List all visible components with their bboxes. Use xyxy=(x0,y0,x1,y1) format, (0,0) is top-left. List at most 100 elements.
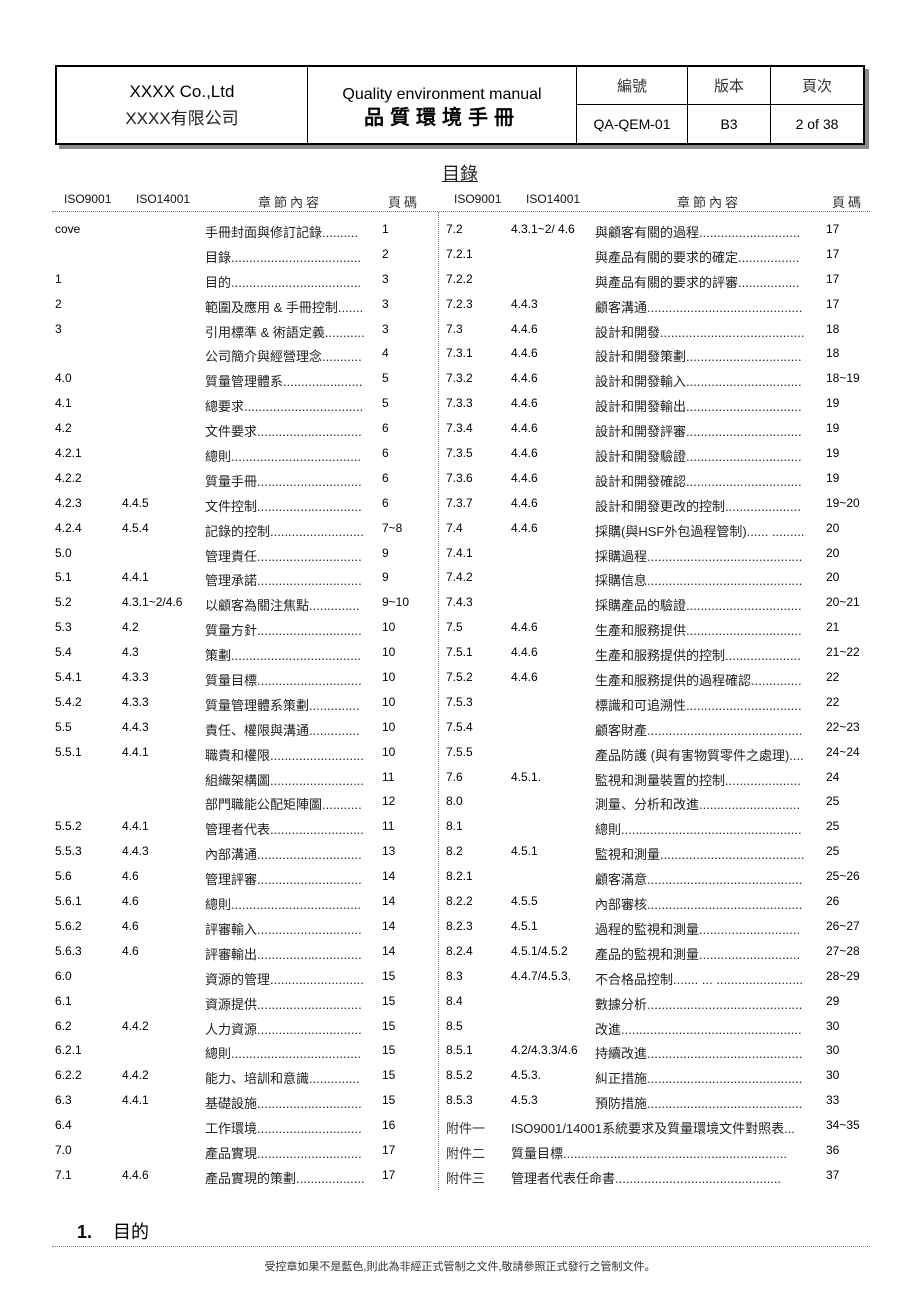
toc-row[interactable]: 7.4.2 採購信息...............................… xyxy=(0,566,920,591)
col-iso14001-right: ISO14001 xyxy=(526,192,581,206)
page-number: 25 xyxy=(826,819,840,834)
footer-divider xyxy=(52,1246,870,1247)
toc-row[interactable]: 7.5.3 標識和可追溯性............................… xyxy=(0,691,920,716)
iso14001-clause: 4.4.6 xyxy=(511,620,538,635)
toc-row[interactable]: 8.3 4.4.7/4.5.3. 不合格品控制....... ... .......… xyxy=(0,965,920,990)
section-title: 採購信息....................................… xyxy=(595,573,803,589)
toc-row[interactable]: 8.2.3 4.5.1 過程的監視和測量......................… xyxy=(0,915,920,940)
page-number: 26~27 xyxy=(826,918,860,933)
toc-row[interactable]: 7.4 4.4.6 採購(與HSF外包過程管制)...... ......... 20 xyxy=(0,517,920,542)
toc-row[interactable]: 8.2.2 4.5.5 內部審核..........................… xyxy=(0,890,920,915)
toc-row[interactable]: 7.2.2 與產品有關的要求的評審................. 17 xyxy=(0,268,920,293)
document-header: XXXX Co.,Ltd XXXX有限公司 Quality environmen… xyxy=(55,65,865,145)
toc-row[interactable]: 7.5.2 4.4.6 生產和服務提供的過程確認.............. 22 xyxy=(0,666,920,691)
iso14001-clause: 4.4.7/4.5.3. xyxy=(511,968,572,983)
section-title: 設計和開發評審................................ xyxy=(595,424,802,440)
toc-row[interactable]: 7.3.4 4.4.6 設計和開發評審.......................… xyxy=(0,417,920,442)
page-number: 22 xyxy=(826,694,840,709)
page-number: 17 xyxy=(826,222,840,236)
section-title: 監視和測量...................................… xyxy=(595,847,805,863)
annex-label: 附件三 xyxy=(446,1170,486,1186)
toc-row[interactable]: 7.2.3 4.4.3 顧客溝通..........................… xyxy=(0,293,920,318)
toc-row[interactable]: 8.5.1 4.2/4.3.3/4.6 持續改進..................… xyxy=(0,1039,920,1064)
toc-row[interactable]: 8.5.2 4.5.3. 糾正措施.........................… xyxy=(0,1064,920,1089)
section-title: 採購過程....................................… xyxy=(595,548,803,564)
annex-title: 管理者代表任命書................................… xyxy=(511,1170,782,1186)
iso14001-clause: 4.4.6 xyxy=(511,421,538,436)
section-title: 生產和服務提供的過程確認.............. xyxy=(595,673,802,689)
page-number: 30 xyxy=(826,1043,840,1058)
toc-annex-row[interactable]: 附件二 質量目標.................................… xyxy=(0,1139,920,1164)
toc-title: 目錄 xyxy=(442,164,478,184)
iso9001-clause: 7.5.3 xyxy=(446,694,473,709)
toc-annex-row[interactable]: 附件一 ISO9001/14001系統要求及質量環境文件對照表... 34~35 xyxy=(0,1114,920,1139)
doc-no-label: 編號 xyxy=(577,67,688,105)
toc-row[interactable]: 8.2.1 顧客滿意...............................… xyxy=(0,865,920,890)
col-iso9001-left: ISO9001 xyxy=(64,192,112,206)
page-number: 27~28 xyxy=(826,943,860,958)
company-cell: XXXX Co.,Ltd XXXX有限公司 xyxy=(57,67,308,143)
toc-row[interactable]: 8.2.4 4.5.1/4.5.2 產品的監視和測量................… xyxy=(0,940,920,965)
iso9001-clause: 7.4 xyxy=(446,520,463,535)
iso9001-clause: 7.3.5 xyxy=(446,446,473,461)
toc-row[interactable]: 7.5.4 顧客財產...............................… xyxy=(0,716,920,741)
toc-row[interactable]: 7.5 4.4.6 生產和服務提供.........................… xyxy=(0,616,920,641)
iso9001-clause: 7.4.3 xyxy=(446,595,473,610)
iso9001-clause: 7.5.4 xyxy=(446,719,473,734)
toc-row[interactable]: 7.3.5 4.4.6 設計和開發驗證.......................… xyxy=(0,442,920,467)
toc-row[interactable]: 7.6 4.5.1. 監視和測量裝置的控制.....................… xyxy=(0,766,920,791)
page-number: 25 xyxy=(826,794,840,809)
page-number: 37 xyxy=(826,1167,840,1182)
page-number: 18 xyxy=(826,321,840,336)
section-title: 採購產品的驗證................................ xyxy=(595,598,802,614)
toc-row[interactable]: 8.5 改進...................................… xyxy=(0,1015,920,1040)
toc-row[interactable]: 8.5.3 4.5.3 預防措施..........................… xyxy=(0,1089,920,1114)
iso14001-clause: 4.3.1~2/ 4.6 xyxy=(511,222,575,236)
iso14001-clause: 4.4.6 xyxy=(511,470,538,485)
toc-row[interactable]: 7.3.7 4.4.6 設計和開發更改的控制....................… xyxy=(0,492,920,517)
col-iso9001-right: ISO9001 xyxy=(454,192,502,206)
section-title: 總則......................................… xyxy=(595,822,802,838)
toc-column-headers: ISO9001 ISO14001 章節內容 頁碼 ISO9001 ISO1400… xyxy=(0,192,920,210)
iso14001-clause: 4.4.6 xyxy=(511,670,538,685)
toc-row[interactable]: 7.2.1 與產品有關的要求的確定................. 17 xyxy=(0,243,920,268)
toc-annex-row[interactable]: 附件三 管理者代表任命書.............................… xyxy=(0,1164,920,1189)
toc-row[interactable]: 7.5.5 產品防護 (與有害物質零件之處理).... 24~24 xyxy=(0,741,920,766)
page-number: 24~24 xyxy=(826,744,860,759)
page-number: 19 xyxy=(826,396,840,411)
section-title: 顧客溝通....................................… xyxy=(595,299,803,315)
page-number: 22~23 xyxy=(826,719,860,734)
toc-row[interactable]: 7.2 4.3.1~2/ 4.6 與顧客有關的過程.................… xyxy=(0,218,920,243)
section-title: 內部審核....................................… xyxy=(595,897,803,913)
iso14001-clause: 4.4.6 xyxy=(511,495,538,510)
iso9001-clause: 8.2 xyxy=(446,844,463,859)
iso9001-clause: 8.2.2 xyxy=(446,894,473,909)
footer-notice: 受控章如果不是藍色,則此為非經正式管制之文件,敬請參照正式發行之管制文件。 xyxy=(264,1261,656,1273)
toc-row[interactable]: 7.4.1 採購過程...............................… xyxy=(0,542,920,567)
section-title: 設計和開發驗證................................ xyxy=(595,449,802,465)
page-number: 20~21 xyxy=(826,595,860,610)
page-number: 20 xyxy=(826,520,840,535)
toc-row[interactable]: 8.4 數據分析.................................… xyxy=(0,990,920,1015)
toc-row[interactable]: 8.2 4.5.1 監視和測量...........................… xyxy=(0,840,920,865)
page-number: 19 xyxy=(826,470,840,485)
toc-row[interactable]: 7.3 4.4.6 設計和開發...........................… xyxy=(0,318,920,343)
toc-row[interactable]: 7.4.3 採購產品的驗證............................… xyxy=(0,591,920,616)
toc-row[interactable]: 7.3.1 4.4.6 設計和開發策劃.......................… xyxy=(0,342,920,367)
toc-row[interactable]: 7.3.3 4.4.6 設計和開發輸出.......................… xyxy=(0,392,920,417)
toc-row[interactable]: 7.3.2 4.4.6 設計和開發輸入.......................… xyxy=(0,367,920,392)
page-number: 36 xyxy=(826,1142,840,1157)
page-number: 29 xyxy=(826,993,840,1008)
section-title: 設計和開發確認................................ xyxy=(595,473,802,489)
toc-row[interactable]: 7.5.1 4.4.6 生產和服務提供的控制....................… xyxy=(0,641,920,666)
page-number: 20 xyxy=(826,570,840,585)
iso9001-clause: 8.5 xyxy=(446,1018,463,1033)
toc-row[interactable]: 7.3.6 4.4.6 設計和開發確認.......................… xyxy=(0,467,920,492)
toc-row[interactable]: 8.0 測量、分析和改進............................ 2… xyxy=(0,790,920,815)
iso9001-clause: 7.3.1 xyxy=(446,346,473,361)
iso14001-clause: 4.4.6 xyxy=(511,645,538,660)
section-title: 設計和開發輸出................................ xyxy=(595,399,802,415)
toc-row[interactable]: 8.1 總則...................................… xyxy=(0,815,920,840)
page-number: 30 xyxy=(826,1018,840,1033)
page-number: 20 xyxy=(826,545,840,560)
